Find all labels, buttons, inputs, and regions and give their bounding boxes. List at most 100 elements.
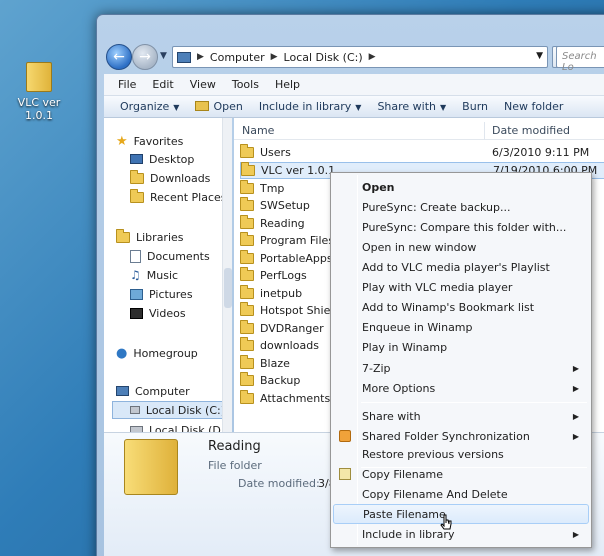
menu-item-copy-filename-delete[interactable]: Copy Filename And Delete bbox=[333, 484, 589, 504]
breadcrumb-local-disk[interactable]: Local Disk (C:) bbox=[284, 51, 363, 64]
folder-icon bbox=[240, 250, 254, 264]
menu-item-label: Share with bbox=[362, 409, 421, 423]
menu-item-share-with[interactable]: Share with ▶ bbox=[333, 406, 589, 426]
nav-label: Libraries bbox=[136, 230, 184, 244]
nav-label: Documents bbox=[147, 249, 210, 263]
open-button[interactable]: Open bbox=[187, 100, 250, 113]
sync-icon bbox=[339, 430, 351, 442]
nav-videos[interactable]: Videos bbox=[130, 304, 186, 322]
details-type: File folder bbox=[208, 459, 262, 472]
nav-label: Pictures bbox=[149, 287, 193, 301]
nav-label: Local Disk (C:) bbox=[145, 403, 225, 417]
breadcrumb-separator[interactable]: ▶ bbox=[369, 52, 376, 62]
menu-item-restore-versions[interactable]: Restore previous versions bbox=[333, 444, 589, 464]
file-name: Users bbox=[260, 146, 291, 159]
column-divider[interactable] bbox=[484, 122, 485, 140]
command-bar: Organize ▼ Open Include in library ▼ Share… bbox=[104, 96, 604, 118]
nav-pictures[interactable]: Pictures bbox=[130, 285, 193, 303]
menu-item-copy-filename[interactable]: Copy Filename bbox=[333, 464, 589, 484]
breadcrumb-separator[interactable]: ▶ bbox=[271, 52, 278, 62]
nav-desktop[interactable]: Desktop bbox=[130, 150, 194, 168]
column-name[interactable]: Name bbox=[242, 124, 274, 137]
menu-item-7zip[interactable]: 7-Zip ▶ bbox=[333, 358, 589, 378]
homegroup-icon: ● bbox=[116, 345, 128, 361]
arrow-right-icon: → bbox=[139, 49, 151, 65]
menu-item-puresync-create-backup[interactable]: PureSync: Create backup... bbox=[333, 197, 589, 217]
menu-item-shared-folder-sync[interactable]: Shared Folder Synchronization ▶ bbox=[333, 426, 589, 446]
downloads-folder-icon bbox=[130, 169, 144, 184]
breadcrumb-separator[interactable]: ▶ bbox=[197, 52, 204, 62]
menu-view[interactable]: View bbox=[182, 78, 224, 91]
nav-label: Videos bbox=[149, 306, 186, 320]
copy-icon bbox=[339, 468, 351, 480]
breadcrumb-computer[interactable]: Computer bbox=[210, 51, 265, 64]
menu-item-include-in-library[interactable]: Include in library ▶ bbox=[333, 524, 589, 544]
nav-pane-scrollbar[interactable] bbox=[222, 118, 232, 438]
menu-item-label: More Options bbox=[362, 381, 436, 395]
menu-tools[interactable]: Tools bbox=[224, 78, 267, 91]
menu-item-paste-filename[interactable]: Paste Filename bbox=[333, 504, 589, 524]
menu-item-play-winamp[interactable]: Play in Winamp bbox=[333, 337, 589, 357]
nav-downloads[interactable]: Downloads bbox=[130, 169, 210, 187]
burn-button[interactable]: Burn bbox=[454, 100, 496, 113]
recent-places-icon bbox=[130, 188, 144, 203]
organize-button[interactable]: Organize ▼ bbox=[112, 100, 187, 113]
recent-pages-dropdown[interactable]: ▼ bbox=[160, 51, 167, 61]
menu-item-label: Copy Filename bbox=[362, 467, 444, 481]
nav-local-disk-c[interactable]: Local Disk (C:) bbox=[112, 401, 226, 419]
nav-label: Homegroup bbox=[133, 346, 198, 360]
menu-item-open[interactable]: Open bbox=[333, 177, 589, 197]
file-row-users[interactable]: Users 6/3/2010 9:11 PM bbox=[240, 144, 604, 161]
nav-favorites[interactable]: ★ Favorites bbox=[116, 132, 183, 150]
forward-button[interactable]: → bbox=[132, 44, 158, 70]
submenu-arrow-icon: ▶ bbox=[572, 529, 579, 539]
folder-icon bbox=[240, 372, 254, 386]
address-dropdown-icon[interactable]: ▼ bbox=[536, 51, 543, 61]
new-folder-button[interactable]: New folder bbox=[496, 100, 571, 113]
nav-computer[interactable]: Computer bbox=[116, 382, 190, 400]
nav-music[interactable]: ♫ Music bbox=[130, 266, 178, 284]
computer-icon bbox=[116, 386, 129, 396]
address-bar[interactable]: ▶ Computer ▶ Local Disk (C:) ▶ ▼ bbox=[172, 46, 548, 68]
chevron-down-icon: ▼ bbox=[355, 103, 362, 112]
menu-help[interactable]: Help bbox=[267, 78, 308, 91]
back-button[interactable]: ← bbox=[106, 44, 132, 70]
include-in-library-button[interactable]: Include in library ▼ bbox=[251, 100, 370, 113]
menu-item-open-new-window[interactable]: Open in new window bbox=[333, 237, 589, 257]
column-date-modified[interactable]: Date modified bbox=[492, 124, 570, 137]
folder-icon bbox=[240, 232, 254, 246]
star-icon: ★ bbox=[116, 133, 128, 149]
scrollbar-thumb[interactable] bbox=[224, 268, 232, 308]
menu-item-add-vlc-playlist[interactable]: Add to VLC media player's Playlist bbox=[333, 257, 589, 277]
desktop: VLC ver 1.0.1 ← → ▼ ▶ Computer ▶ Local D… bbox=[0, 0, 604, 556]
context-menu: Open PureSync: Create backup... PureSync… bbox=[330, 172, 592, 548]
menu-edit[interactable]: Edit bbox=[144, 78, 181, 91]
folder-icon bbox=[240, 390, 254, 404]
nav-libraries[interactable]: Libraries bbox=[116, 228, 184, 246]
share-with-button[interactable]: Share with ▼ bbox=[369, 100, 454, 113]
navigation-bar: ← → ▼ ▶ Computer ▶ Local Disk (C:) ▶ ▼ ↻… bbox=[104, 44, 604, 74]
nav-documents[interactable]: Documents bbox=[130, 247, 210, 265]
menu-file[interactable]: File bbox=[110, 78, 144, 91]
menu-item-label: Shared Folder Synchronization bbox=[362, 429, 530, 443]
menu-item-enqueue-winamp[interactable]: Enqueue in Winamp bbox=[333, 317, 589, 337]
folder-icon bbox=[241, 162, 255, 176]
submenu-arrow-icon: ▶ bbox=[572, 431, 579, 441]
desktop-folder-vlc[interactable]: VLC ver 1.0.1 bbox=[4, 62, 74, 122]
folder-icon bbox=[240, 320, 254, 334]
organize-label: Organize bbox=[120, 100, 170, 113]
nav-label: Recent Places bbox=[150, 190, 227, 204]
nav-homegroup[interactable]: ● Homegroup bbox=[116, 344, 198, 362]
arrow-left-icon: ← bbox=[113, 49, 125, 65]
menu-item-puresync-compare[interactable]: PureSync: Compare this folder with... bbox=[333, 217, 589, 237]
nav-label: Favorites bbox=[133, 134, 184, 148]
folder-icon bbox=[240, 267, 254, 281]
menu-item-play-vlc[interactable]: Play with VLC media player bbox=[333, 277, 589, 297]
submenu-arrow-icon: ▶ bbox=[572, 411, 579, 421]
search-input[interactable]: Search Lo bbox=[556, 46, 604, 73]
nav-recent-places[interactable]: Recent Places bbox=[130, 188, 227, 206]
menu-item-winamp-bookmark[interactable]: Add to Winamp's Bookmark list bbox=[333, 297, 589, 317]
menu-bar: File Edit View Tools Help bbox=[104, 74, 604, 96]
menu-item-more-options[interactable]: More Options ▶ bbox=[333, 378, 589, 398]
folder-icon bbox=[240, 302, 254, 316]
